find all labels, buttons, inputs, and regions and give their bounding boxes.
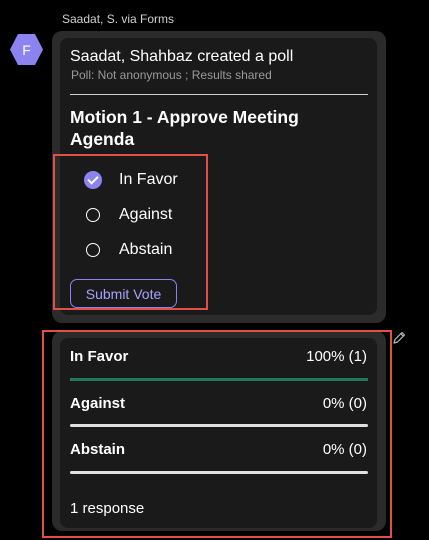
poll-title: Saadat, Shahbaz created a poll [70,48,294,65]
avatar-letter: F [22,41,31,58]
sender-name: Saadat, S. via Forms [62,12,175,26]
forms-avatar: F [9,32,44,67]
poll-subtitle: Poll: Not anonymous ; Results shared [71,68,272,82]
poll-divider [70,94,368,95]
pencil-icon[interactable] [391,330,407,346]
poll-question: Motion 1 - Approve Meeting Agenda [70,107,299,149]
results-highlight-box [42,330,392,538]
options-highlight-box [53,154,208,310]
